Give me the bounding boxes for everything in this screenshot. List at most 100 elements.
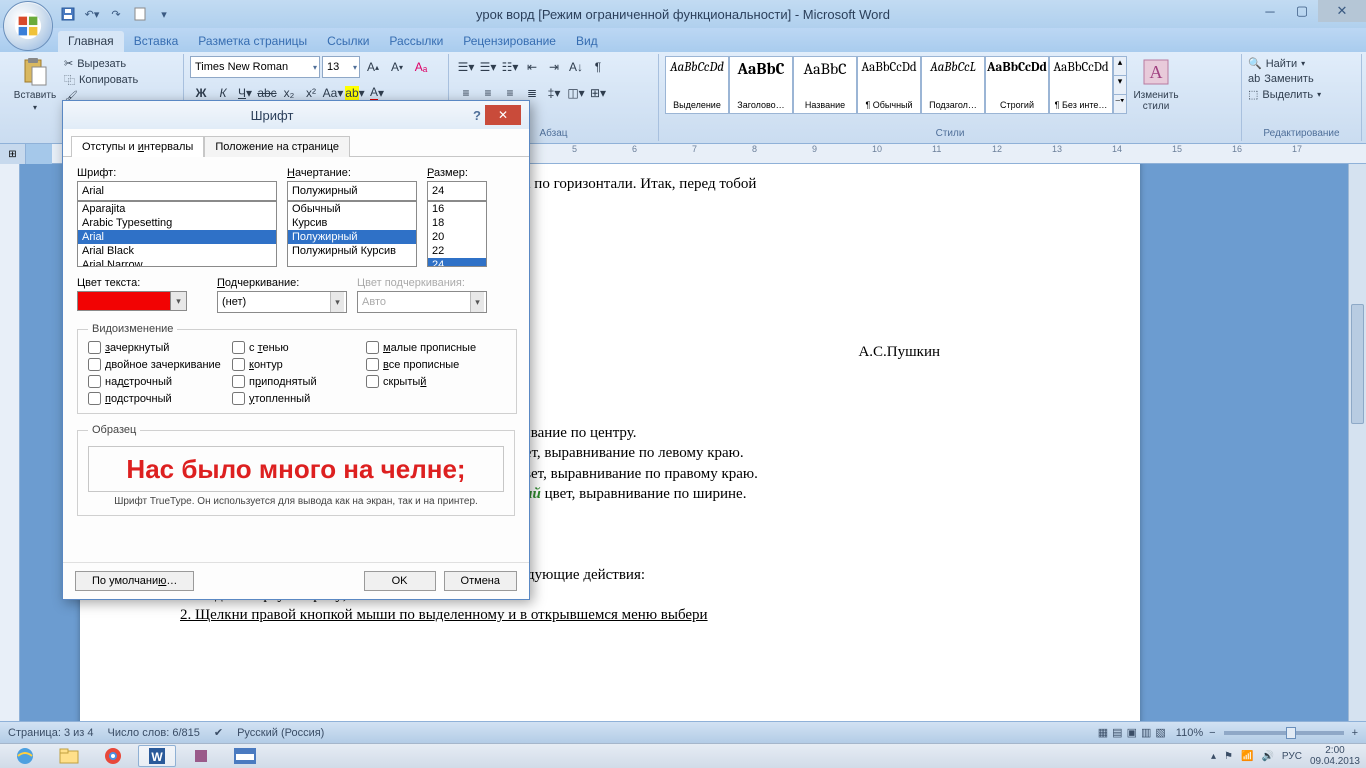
- vertical-ruler[interactable]: [0, 164, 20, 721]
- bullets-button[interactable]: ☰▾: [455, 56, 477, 78]
- style-subtitle[interactable]: AaBbCcLПодзагол…: [921, 56, 985, 114]
- outdent-button[interactable]: ⇤: [521, 56, 543, 78]
- size-input[interactable]: [427, 181, 487, 201]
- tray-language[interactable]: РУС: [1282, 751, 1302, 762]
- find-button[interactable]: 🔍Найти▾: [1248, 56, 1305, 71]
- styles-scroll-up[interactable]: ▴: [1114, 57, 1126, 75]
- paste-button[interactable]: Вставить ▾: [10, 56, 60, 112]
- vertical-scrollbar[interactable]: [1348, 164, 1366, 721]
- borders-button[interactable]: ⊞▾: [587, 82, 609, 104]
- font-name-combo[interactable]: Times New Roman▾: [190, 56, 320, 78]
- office-button[interactable]: [3, 1, 53, 51]
- size-listbox[interactable]: 16 18 20 22 24: [427, 201, 487, 267]
- style-title[interactable]: AaBbCНазвание: [793, 56, 857, 114]
- view-print-layout[interactable]: ▦: [1098, 726, 1108, 739]
- status-words[interactable]: Число слов: 6/815: [108, 727, 200, 739]
- select-button[interactable]: ⬚Выделить▾: [1248, 87, 1321, 102]
- styles-more[interactable]: ⎯▾: [1114, 94, 1126, 113]
- dialog-tab-advanced[interactable]: Положение на странице: [204, 136, 350, 157]
- default-button[interactable]: По умолчанию…: [75, 571, 194, 591]
- style-no-spacing[interactable]: AaBbCcDd¶ Без инте…: [1049, 56, 1113, 114]
- zoom-slider-knob[interactable]: [1286, 727, 1296, 739]
- effect-strikethrough[interactable]: зачеркнутый: [88, 341, 228, 354]
- view-draft[interactable]: ▧: [1155, 726, 1165, 739]
- proofing-icon[interactable]: ✔: [214, 726, 223, 739]
- show-marks-button[interactable]: ¶: [587, 56, 609, 78]
- shrink-font-button[interactable]: A▾: [386, 56, 408, 78]
- cancel-button[interactable]: Отмена: [444, 571, 517, 591]
- font-input[interactable]: [77, 181, 277, 201]
- tray-time[interactable]: 2:00: [1310, 745, 1360, 756]
- effect-hidden[interactable]: скрытый: [366, 375, 506, 388]
- view-outline[interactable]: ▥: [1141, 726, 1151, 739]
- dialog-tab-font[interactable]: Отступы и интервалы: [71, 136, 204, 157]
- effect-smallcaps[interactable]: малые прописные: [366, 341, 506, 354]
- undo-icon[interactable]: ↶▾: [82, 4, 102, 24]
- multilevel-button[interactable]: ☷▾: [499, 56, 521, 78]
- effect-allcaps[interactable]: все прописные: [366, 358, 506, 371]
- redo-icon[interactable]: ↷: [106, 4, 126, 24]
- tray-date[interactable]: 09.04.2013: [1310, 756, 1360, 767]
- style-emphasis[interactable]: AaBbCcDdВыделение: [665, 56, 729, 114]
- status-language[interactable]: Русский (Россия): [237, 727, 324, 739]
- effect-engrave[interactable]: утопленный: [232, 392, 362, 405]
- view-web[interactable]: ▣: [1127, 726, 1137, 739]
- copy-button[interactable]: ⿻Копировать: [64, 71, 138, 89]
- save-icon[interactable]: [58, 4, 78, 24]
- clear-format-button[interactable]: Aₐ: [410, 56, 432, 78]
- effect-emboss[interactable]: приподнятый: [232, 375, 362, 388]
- taskbar-word-icon[interactable]: W: [138, 745, 176, 767]
- grow-font-button[interactable]: A▴: [362, 56, 384, 78]
- taskbar-chrome-icon[interactable]: [94, 745, 132, 767]
- status-zoom-level[interactable]: 110%: [1176, 727, 1203, 739]
- tab-references[interactable]: Ссылки: [317, 31, 379, 52]
- tray-show-hidden-icon[interactable]: ▴: [1211, 751, 1216, 762]
- effect-superscript[interactable]: надстрочный: [88, 375, 228, 388]
- style-strong[interactable]: AaBbCcDdСтрогий: [985, 56, 1049, 114]
- font-listbox[interactable]: Aparajita Arabic Typesetting Arial Arial…: [77, 201, 277, 267]
- numbering-button[interactable]: ☰▾: [477, 56, 499, 78]
- taskbar-media-icon[interactable]: [226, 745, 264, 767]
- dialog-close-button[interactable]: ✕: [485, 105, 521, 125]
- qat-more-icon[interactable]: ▾: [154, 4, 174, 24]
- style-input[interactable]: [287, 181, 417, 201]
- tray-network-icon[interactable]: 📶: [1241, 751, 1253, 762]
- view-reading[interactable]: ▤: [1112, 726, 1122, 739]
- status-page[interactable]: Страница: 3 из 4: [8, 727, 94, 739]
- font-size-combo[interactable]: 13▾: [322, 56, 360, 78]
- shading-button[interactable]: ◫▾: [565, 82, 587, 104]
- ruler-toggle[interactable]: ⊞: [0, 144, 26, 164]
- tab-view[interactable]: Вид: [566, 31, 608, 52]
- styles-gallery[interactable]: AaBbCcDdВыделение AaBbCЗаголово… AaBbCНа…: [665, 56, 1127, 114]
- font-color-select[interactable]: ▾: [77, 291, 187, 311]
- styles-scroll-down[interactable]: ▾: [1114, 75, 1126, 94]
- change-styles-button[interactable]: A Изменить стили: [1131, 56, 1181, 112]
- tab-page-layout[interactable]: Разметка страницы: [188, 31, 317, 52]
- effect-outline[interactable]: контур: [232, 358, 362, 371]
- effect-double-strike[interactable]: двойное зачеркивание: [88, 358, 228, 371]
- maximize-button[interactable]: ▢: [1286, 0, 1318, 22]
- new-doc-icon[interactable]: [130, 4, 150, 24]
- cut-button[interactable]: ✂Вырезать: [64, 56, 138, 71]
- tray-flag-icon[interactable]: ⚑: [1224, 751, 1233, 762]
- style-heading[interactable]: AaBbCЗаголово…: [729, 56, 793, 114]
- ok-button[interactable]: OK: [364, 571, 436, 591]
- tab-review[interactable]: Рецензирование: [453, 31, 566, 52]
- dialog-help-button[interactable]: ?: [473, 108, 481, 123]
- replace-button[interactable]: abЗаменить: [1248, 72, 1314, 86]
- tab-insert[interactable]: Вставка: [124, 31, 189, 52]
- sort-button[interactable]: A↓: [565, 56, 587, 78]
- tab-mailings[interactable]: Рассылки: [379, 31, 453, 52]
- zoom-in-button[interactable]: +: [1352, 727, 1358, 739]
- taskbar-ie-icon[interactable]: [6, 745, 44, 767]
- taskbar-winrar-icon[interactable]: [182, 745, 220, 767]
- scrollbar-thumb[interactable]: [1351, 304, 1364, 424]
- zoom-out-button[interactable]: −: [1209, 727, 1215, 739]
- minimize-button[interactable]: ─: [1254, 0, 1286, 22]
- underline-select[interactable]: (нет)▾: [217, 291, 347, 313]
- style-normal[interactable]: AaBbCcDd¶ Обычный: [857, 56, 921, 114]
- close-button[interactable]: ✕: [1318, 0, 1366, 22]
- effect-subscript[interactable]: подстрочный: [88, 392, 228, 405]
- dialog-title-bar[interactable]: Шрифт ? ✕: [63, 101, 529, 129]
- style-listbox[interactable]: Обычный Курсив Полужирный Полужирный Кур…: [287, 201, 417, 267]
